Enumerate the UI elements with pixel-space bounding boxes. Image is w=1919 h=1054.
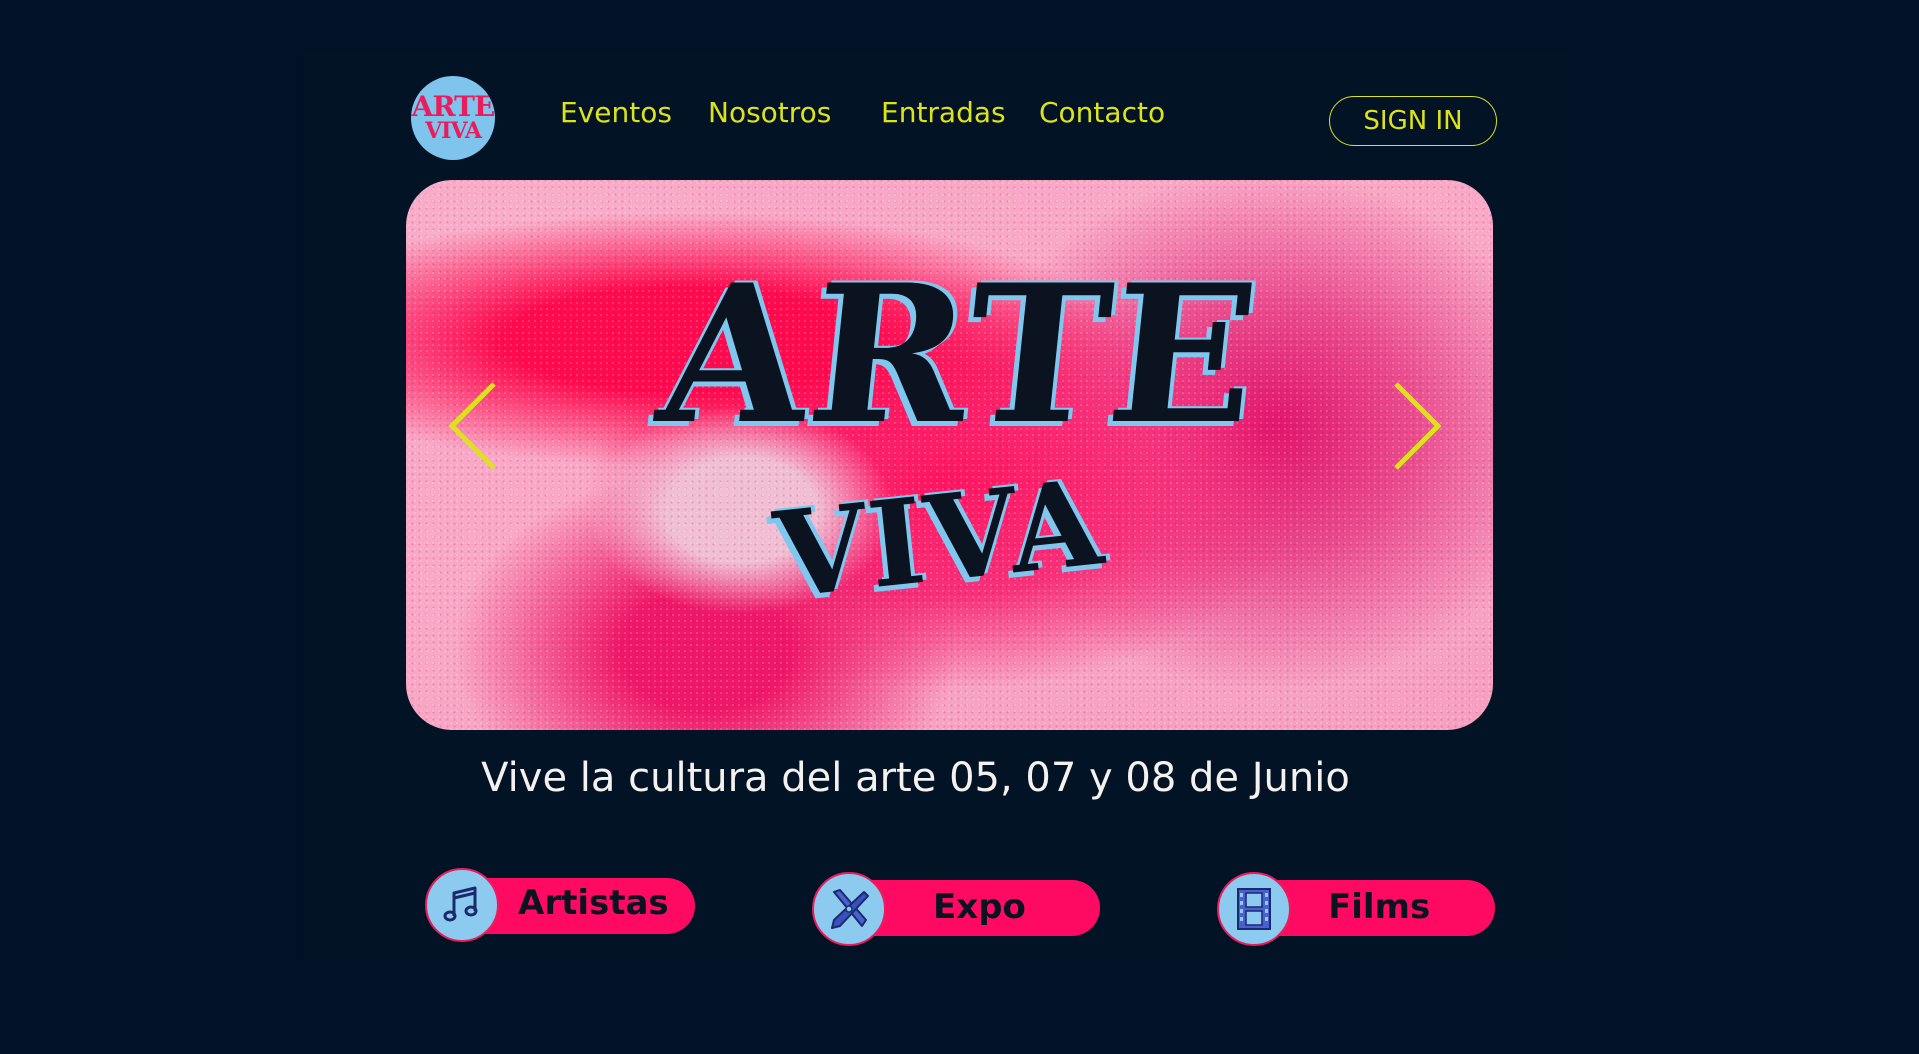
- category-artistas-button[interactable]: Artistas: [425, 868, 695, 942]
- film-strip-icon: [1237, 888, 1271, 930]
- nav-link-contacto[interactable]: Contacto: [1039, 99, 1165, 127]
- category-icon-circle: [425, 868, 499, 942]
- chevron-left-icon: [448, 382, 496, 470]
- category-icon-circle: [812, 872, 886, 946]
- hero-carousel: ARTE VIVA: [406, 180, 1493, 730]
- nav-link-eventos[interactable]: Eventos: [560, 99, 672, 127]
- category-label-films: Films: [1328, 887, 1431, 927]
- nav-link-nosotros[interactable]: Nosotros: [708, 99, 831, 127]
- art-tools-icon: [831, 889, 869, 929]
- carousel-next-button[interactable]: [1386, 376, 1446, 476]
- hero-title-arte: ARTE: [649, 243, 1270, 466]
- category-icon-circle: [1217, 872, 1291, 946]
- nav-link-entradas[interactable]: Entradas: [881, 99, 1006, 127]
- carousel-prev-button[interactable]: [444, 376, 504, 476]
- category-label-artistas: Artistas: [518, 883, 669, 923]
- logo[interactable]: ARTE VIVA: [411, 76, 495, 160]
- logo-text-viva: VIVA: [425, 118, 482, 144]
- category-films-button[interactable]: Films: [1217, 872, 1497, 946]
- chevron-right-icon: [1394, 382, 1442, 470]
- page-frame: ARTE VIVA Eventos Nosotros Entradas Cont…: [303, 52, 1568, 960]
- hero-tagline: Vive la cultura del arte 05, 07 y 08 de …: [481, 755, 1350, 801]
- music-note-icon: [443, 886, 478, 922]
- sign-in-button[interactable]: SIGN IN: [1329, 96, 1497, 146]
- category-label-expo: Expo: [933, 887, 1026, 927]
- category-expo-button[interactable]: Expo: [812, 872, 1102, 946]
